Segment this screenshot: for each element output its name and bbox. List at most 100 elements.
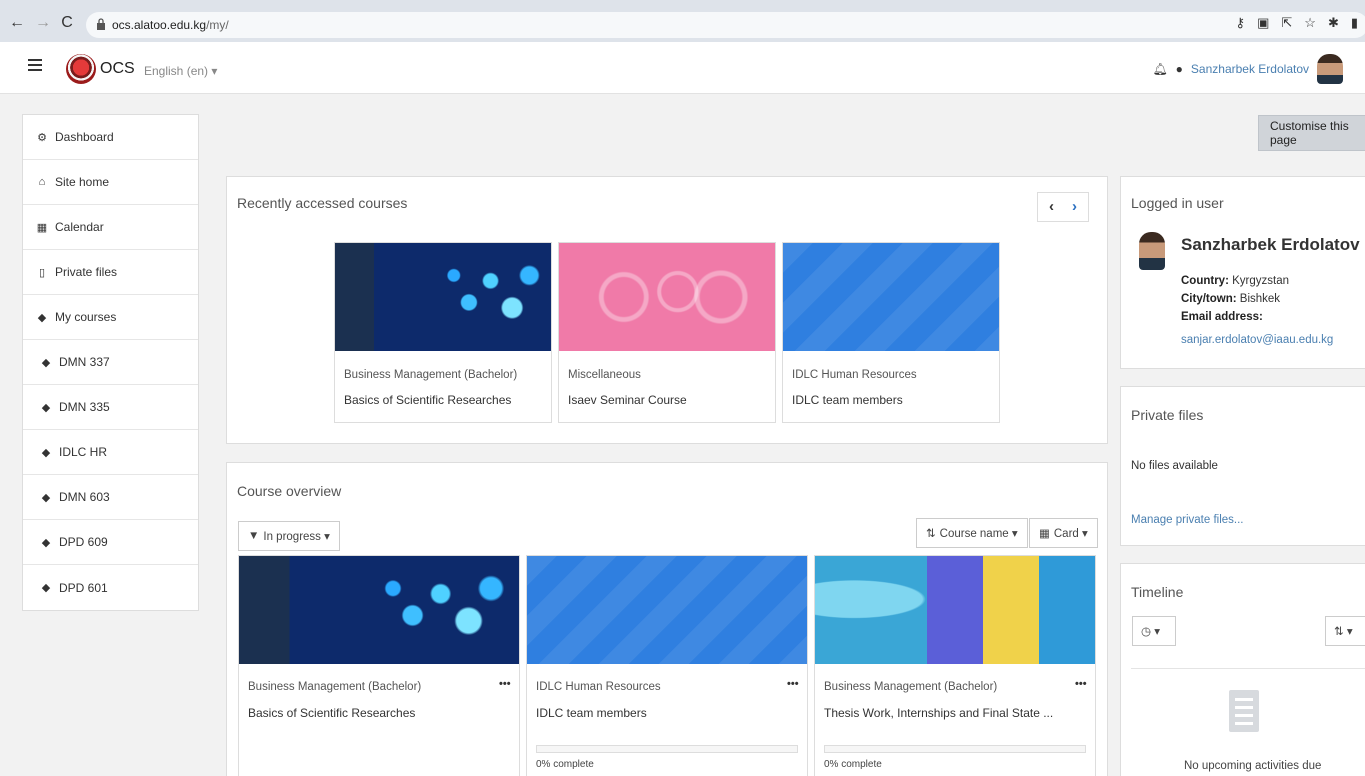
- sidebar-item-label: DMN 603: [59, 490, 110, 504]
- progress-label: 0% complete: [824, 759, 882, 770]
- overview-course-card[interactable]: IDLC Human Resources IDLC team members •…: [526, 555, 808, 776]
- timeline-filter-dropdown[interactable]: ◷ ▾: [1132, 616, 1176, 646]
- share-icon[interactable]: ⇱: [1281, 15, 1292, 31]
- course-name-link[interactable]: Isaev Seminar Course: [568, 393, 687, 407]
- sidebar-item-label: IDLC HR: [59, 445, 108, 459]
- course-name-link[interactable]: IDLC team members: [536, 706, 647, 720]
- customise-page-button[interactable]: Customise this page: [1258, 115, 1365, 151]
- no-activities-text: No upcoming activities due: [1184, 760, 1322, 772]
- sidebar-item-my-courses[interactable]: ◆ My courses: [23, 295, 198, 340]
- course-name-link[interactable]: Thesis Work, Internships and Final State…: [824, 706, 1053, 720]
- forward-icon[interactable]: →: [34, 14, 52, 32]
- course-name-link[interactable]: Basics of Scientific Researches: [248, 706, 415, 720]
- sidebar-item-dashboard[interactable]: ⚙ Dashboard: [23, 115, 198, 160]
- course-image[interactable]: [783, 243, 999, 351]
- graduation-cap-icon: ◆: [41, 536, 51, 549]
- avatar[interactable]: [1317, 54, 1343, 84]
- clock-icon: ◷ ▾: [1141, 626, 1161, 638]
- email-link[interactable]: sanjar.erdolatov@iaau.edu.kg: [1181, 334, 1333, 346]
- graduation-cap-icon: ◆: [41, 401, 51, 414]
- file-icon: ▯: [38, 266, 46, 279]
- empty-list-icon: [1229, 690, 1259, 732]
- home-icon: ⌂: [38, 176, 46, 188]
- view-label: Card ▾: [1053, 528, 1088, 540]
- course-name-link[interactable]: Basics of Scientific Researches: [344, 393, 511, 407]
- address-row: ← → C ocs.alatoo.edu.kg/my/ ⚷ ▣ ⇱ ☆ ✱ ▮: [0, 10, 1365, 38]
- sidebar-item-dpd-601[interactable]: ◆ DPD 601: [23, 565, 198, 610]
- progress-label: 0% complete: [536, 759, 594, 770]
- course-actions-menu-icon[interactable]: •••: [787, 678, 799, 690]
- sidebar-item-dmn-603[interactable]: ◆ DMN 603: [23, 475, 198, 520]
- course-image[interactable]: [335, 243, 551, 351]
- sidebar-item-dmn-335[interactable]: ◆ DMN 335: [23, 385, 198, 430]
- progress-bar: [536, 745, 798, 753]
- user-picture[interactable]: [1139, 232, 1165, 270]
- course-actions-menu-icon[interactable]: •••: [499, 678, 511, 690]
- carousel-nav: ‹ ›: [1037, 192, 1089, 222]
- chevron-right-icon[interactable]: ›: [1072, 198, 1077, 215]
- user-menu: 🔔︎ ● Sanzharbek Erdolatov: [1152, 54, 1343, 84]
- lock-icon: [97, 18, 105, 30]
- progress-bar: [824, 745, 1086, 753]
- private-files-title: Private files: [1131, 407, 1204, 423]
- star-icon[interactable]: ☆: [1304, 15, 1316, 31]
- course-image[interactable]: [239, 556, 519, 664]
- course-category: IDLC Human Resources: [792, 369, 917, 381]
- timeline-title: Timeline: [1131, 584, 1184, 600]
- overview-course-card[interactable]: Business Management (Bachelor) Basics of…: [238, 555, 520, 776]
- sidebar-item-dmn-337[interactable]: ◆ DMN 337: [23, 340, 198, 385]
- extensions-icon[interactable]: ✱: [1328, 15, 1339, 31]
- site-navbar: OCS English (en) ▾ 🔔︎ ● Sanzharbek Erdol…: [0, 42, 1365, 94]
- course-overview-block: Course overview ▼ In progress ▾ ⇅ Course…: [226, 462, 1108, 776]
- course-image[interactable]: [527, 556, 807, 664]
- ocs-logo[interactable]: [66, 54, 96, 84]
- private-files-block: Private files No files available Manage …: [1120, 386, 1365, 546]
- user-name-link[interactable]: Sanzharbek Erdolatov: [1191, 62, 1309, 76]
- graduation-cap-icon: ◆: [41, 356, 51, 369]
- timeline-sort-dropdown[interactable]: ⇅ ▾: [1325, 616, 1365, 646]
- city-label: City/town:: [1181, 293, 1237, 305]
- chevron-left-icon[interactable]: ‹: [1049, 198, 1054, 215]
- course-image[interactable]: [559, 243, 775, 351]
- language-selector[interactable]: English (en) ▾: [144, 64, 217, 78]
- recent-course-card[interactable]: Business Management (Bachelor) Basics of…: [334, 242, 552, 423]
- manage-private-files-link[interactable]: Manage private files...: [1131, 514, 1244, 526]
- view-dropdown[interactable]: ▦ Card ▾: [1029, 518, 1098, 548]
- translate-icon[interactable]: ▣: [1257, 15, 1269, 31]
- dashboard-icon: ⚙: [37, 131, 47, 144]
- menu-icon[interactable]: [28, 59, 42, 73]
- bell-icon[interactable]: 🔔︎: [1152, 62, 1167, 76]
- logged-in-user-block: Logged in user Sanzharbek Erdolatov Coun…: [1120, 176, 1365, 369]
- reload-icon[interactable]: C: [58, 14, 76, 32]
- sidebar-item-dpd-609[interactable]: ◆ DPD 609: [23, 520, 198, 565]
- calendar-icon: ▦: [36, 221, 48, 234]
- key-icon[interactable]: ⚷: [1236, 15, 1246, 31]
- overview-course-card[interactable]: Business Management (Bachelor) Thesis Wo…: [814, 555, 1096, 776]
- address-bar[interactable]: ocs.alatoo.edu.kg/my/ ⚷ ▣ ⇱ ☆ ✱ ▮: [86, 12, 1365, 38]
- sidebar-item-label: Private files: [55, 265, 118, 279]
- back-icon[interactable]: ←: [8, 14, 26, 32]
- sort-icon: ⇅: [926, 528, 936, 540]
- sidebar-item-private-files[interactable]: ▯ Private files: [23, 250, 198, 295]
- sidebar-item-label: Dashboard: [55, 130, 114, 144]
- sidebar-item-site-home[interactable]: ⌂ Site home: [23, 160, 198, 205]
- sidebar-item-idlc-hr[interactable]: ◆ IDLC HR: [23, 430, 198, 475]
- sidebar-item-label: Site home: [55, 175, 110, 189]
- grouping-dropdown[interactable]: ▼ In progress ▾: [238, 521, 340, 551]
- message-icon[interactable]: ●: [1176, 62, 1183, 76]
- course-actions-menu-icon[interactable]: •••: [1075, 678, 1087, 690]
- browser-extension-icons: ⚷ ▣ ⇱ ☆ ✱ ▮: [1236, 15, 1358, 31]
- sidebar-item-calendar[interactable]: ▦ Calendar: [23, 205, 198, 250]
- course-category: Business Management (Bachelor): [248, 681, 422, 693]
- sort-icon: ⇅ ▾: [1334, 626, 1353, 638]
- recent-course-card[interactable]: IDLC Human Resources IDLC team members: [782, 242, 1000, 423]
- course-image[interactable]: [815, 556, 1095, 664]
- site-brand[interactable]: OCS: [100, 60, 135, 78]
- timeline-block: Timeline ◷ ▾ ⇅ ▾ No upcoming activities …: [1120, 563, 1365, 776]
- filter-icon: ▼: [248, 530, 260, 542]
- recent-course-card[interactable]: Miscellaneous Isaev Seminar Course: [558, 242, 776, 423]
- user-full-name: Sanzharbek Erdolatov: [1181, 235, 1360, 254]
- sidepanel-icon[interactable]: ▮: [1351, 15, 1358, 31]
- sort-dropdown[interactable]: ⇅ Course name ▾: [916, 518, 1028, 548]
- course-name-link[interactable]: IDLC team members: [792, 393, 903, 407]
